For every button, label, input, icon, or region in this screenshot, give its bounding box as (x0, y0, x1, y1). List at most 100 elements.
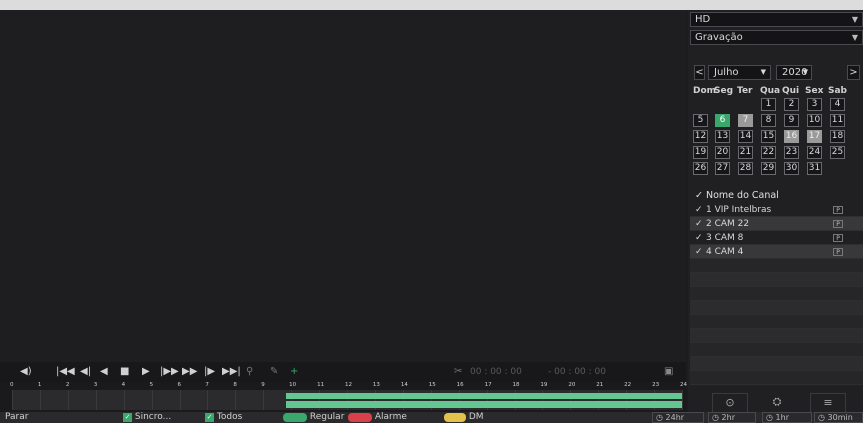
calendar-day[interactable]: 25 (830, 146, 845, 159)
hour-tick-label: 9 (261, 382, 265, 388)
zoom-1hr-button[interactable]: ◷ 1hr (762, 412, 812, 423)
pin-icon[interactable]: ✎ (270, 364, 278, 380)
channel-badge[interactable]: P (833, 206, 843, 214)
calendar-day[interactable]: 12 (693, 130, 708, 143)
prev-month-button[interactable]: < (694, 65, 705, 80)
scissors-icon[interactable]: ✂ (454, 364, 462, 380)
calendar-day[interactable]: 24 (807, 146, 822, 159)
stop-icon[interactable]: ■ (120, 364, 129, 380)
calendar-day[interactable]: 30 (784, 162, 799, 175)
smart-search-button[interactable]: ⛭ (760, 393, 794, 411)
calendar-day[interactable]: 21 (738, 146, 753, 159)
video-playback-area[interactable] (0, 10, 686, 362)
empty-channel-row (690, 273, 863, 287)
calendar-day[interactable]: 1 (761, 98, 776, 111)
hour-gridline (95, 390, 97, 410)
check-icon: ✓ (123, 413, 132, 422)
tag-icon[interactable]: ⚲ (246, 364, 253, 380)
channel-list-header: ✓ Nome do Canal (690, 188, 863, 203)
mode-value: Gravação (695, 32, 743, 43)
channel-badge[interactable]: P (833, 248, 843, 256)
hour-gridline (12, 390, 13, 410)
channel-row[interactable]: ✓ 4 CAM 4 P (690, 245, 863, 259)
play-backward-icon[interactable]: ◀ (100, 364, 108, 380)
hour-tick-label: 23 (652, 382, 660, 388)
calendar-day[interactable]: 20 (715, 146, 730, 159)
channel-badge[interactable]: P (833, 234, 843, 242)
hour-tick-label: 5 (149, 382, 154, 388)
timeline-track[interactable] (12, 390, 683, 410)
hour-tick-label: 18 (512, 382, 520, 388)
add-tag-icon[interactable]: + (290, 364, 298, 380)
channel-row[interactable]: ✓ 2 CAM 22 P (690, 217, 863, 231)
year-select[interactable]: 2020 ▼ (776, 65, 812, 80)
calendar-day[interactable]: 8 (761, 114, 776, 127)
calendar-day[interactable]: 31 (807, 162, 822, 175)
calendar-day[interactable]: 27 (715, 162, 730, 175)
save-icon[interactable]: ▣ (664, 364, 673, 380)
month-select[interactable]: Julho ▼ (708, 65, 771, 80)
calendar-day[interactable]: 13 (715, 130, 730, 143)
calendar-day[interactable]: 2 (784, 98, 799, 111)
calendar-day[interactable]: 17 (807, 130, 822, 143)
all-checkbox[interactable]: ✓ Todos (205, 412, 242, 423)
channel-row[interactable]: ✓ 3 CAM 8 P (690, 231, 863, 245)
empty-channel-row (690, 329, 863, 343)
sync-checkbox[interactable]: ✓ Sincro... (123, 412, 171, 423)
zoom-2hr-button[interactable]: ◷ 2hr (708, 412, 756, 423)
calendar-day[interactable]: 23 (784, 146, 799, 159)
calendar-day[interactable]: 4 (830, 98, 845, 111)
calendar-day[interactable]: 9 (784, 114, 799, 127)
calendar-day[interactable]: 19 (693, 146, 708, 159)
legend-alarm: Alarme (348, 412, 407, 423)
step-back-icon[interactable]: ◀| (80, 364, 91, 380)
calendar-day[interactable]: 18 (830, 130, 845, 143)
calendar-day[interactable]: 14 (738, 130, 753, 143)
skip-forward-icon[interactable]: ▶▶| (222, 364, 241, 380)
legend-regular: Regular (283, 412, 344, 423)
calendar-day[interactable]: 26 (693, 162, 708, 175)
legend-label: Alarme (374, 412, 407, 422)
mode-dropdown[interactable]: Gravação ▼ (690, 30, 863, 45)
recording-segment[interactable] (285, 401, 682, 408)
window-top-bar (0, 0, 863, 10)
status-bar: Parar ✓ Sincro... ✓ Todos Regular Alarme… (0, 412, 863, 423)
calendar-day[interactable]: 29 (761, 162, 776, 175)
hour-gridline (179, 390, 181, 410)
weekday-label: Sex (805, 86, 824, 96)
hour-tick-label: 19 (540, 382, 548, 388)
calendar-day[interactable]: 15 (761, 130, 776, 143)
quality-dropdown[interactable]: HD ▼ (690, 12, 863, 27)
file-list-button[interactable]: ≡ (810, 393, 846, 413)
hour-tick-label: 15 (428, 382, 436, 388)
calendar-day[interactable]: 3 (807, 98, 822, 111)
zoom-24hr-button[interactable]: ◷ 24hr (652, 412, 704, 423)
calendar-day[interactable]: 16 (784, 130, 799, 143)
weekday-label: Qui (782, 86, 800, 96)
slow-forward-icon[interactable]: |▶▶ (160, 364, 179, 380)
calendar-day[interactable]: 6 (715, 114, 730, 127)
calendar-day[interactable]: 7 (738, 114, 753, 127)
legend-label: DM (468, 412, 484, 422)
calendar-day[interactable]: 10 (807, 114, 822, 127)
step-forward-icon[interactable]: |▶ (204, 364, 215, 380)
channel-row[interactable]: ✓ 1 VIP Intelbras P (690, 203, 863, 217)
hour-tick-label: 11 (317, 382, 325, 388)
calendar-day[interactable]: 11 (830, 114, 845, 127)
next-month-button[interactable]: > (847, 65, 860, 80)
calendar-day[interactable]: 22 (761, 146, 776, 159)
fast-forward-icon[interactable]: ▶▶ (182, 364, 197, 380)
empty-channel-row (690, 315, 863, 329)
channel-badge[interactable]: P (833, 220, 843, 228)
recording-segment[interactable] (285, 393, 682, 399)
snapshot-button[interactable]: ⊙ (712, 393, 748, 413)
volume-icon[interactable]: ◀) (20, 364, 32, 380)
calendar-day[interactable]: 5 (693, 114, 708, 127)
play-icon[interactable]: ▶ (142, 364, 150, 380)
skip-back-icon[interactable]: |◀◀ (56, 364, 75, 380)
sync-label: Sincro... (134, 412, 172, 422)
channel-header-label: Nome do Canal (706, 190, 779, 201)
zoom-30min-button[interactable]: ◷ 30min (814, 412, 863, 423)
timeline[interactable]: 0 1 2 3 4 5 6 7 8 9 10 11 12 13 14 15 16 17 18 19 20 21 22 23 24 (0, 382, 687, 412)
calendar-day[interactable]: 28 (738, 162, 753, 175)
